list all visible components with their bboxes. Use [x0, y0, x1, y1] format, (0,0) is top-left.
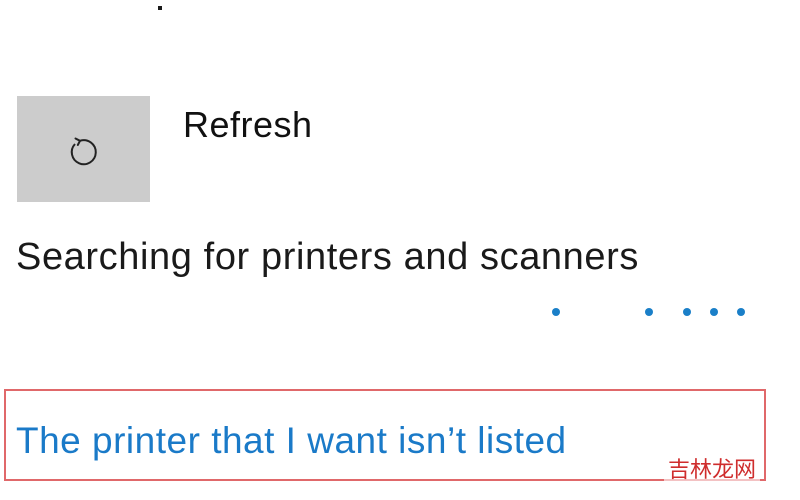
refresh-icon: [70, 137, 97, 166]
progress-dot: [737, 308, 745, 316]
refresh-label[interactable]: Refresh: [183, 104, 313, 146]
printer-not-listed-link[interactable]: The printer that I want isn’t listed: [16, 420, 567, 462]
refresh-row[interactable]: Refresh: [17, 96, 313, 202]
progress-dot: [552, 308, 560, 316]
progress-dot: [710, 308, 718, 316]
refresh-button[interactable]: [17, 96, 150, 202]
truncated-text-fragment: [158, 6, 162, 10]
progress-dot: [683, 308, 691, 316]
searching-status-text: Searching for printers and scanners: [16, 236, 639, 278]
progress-dot: [645, 308, 653, 316]
watermark-text: 吉林龙网: [664, 452, 761, 484]
add-printer-panel: Refresh Searching for printers and scann…: [0, 0, 800, 500]
